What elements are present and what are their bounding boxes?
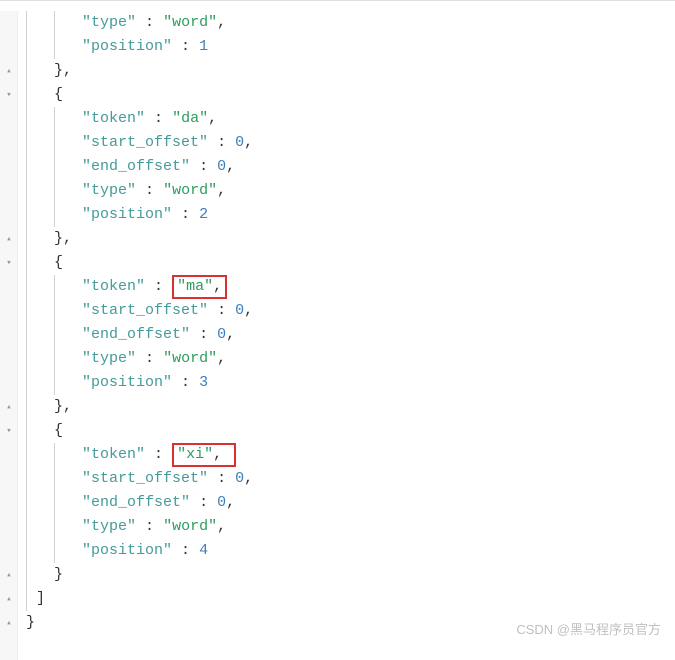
fold-placeholder [0, 347, 18, 371]
code-line: } [26, 563, 675, 587]
code-line: "token" : "xi", [26, 443, 675, 467]
code-line: "position" : 3 [26, 371, 675, 395]
fold-placeholder [0, 539, 18, 563]
fold-placeholder [0, 515, 18, 539]
code-line: { [26, 419, 675, 443]
code-line: "start_offset" : 0, [26, 131, 675, 155]
gutter: ▴ ▾ ▴ ▾ ▴ ▾ ▴ ▴ ▴ [0, 11, 18, 660]
fold-placeholder [0, 491, 18, 515]
fold-placeholder [0, 107, 18, 131]
fold-placeholder [0, 299, 18, 323]
fold-collapse-icon[interactable]: ▴ [0, 587, 18, 611]
code-line: "token" : "ma", [26, 275, 675, 299]
fold-placeholder [0, 131, 18, 155]
fold-placeholder [0, 323, 18, 347]
fold-placeholder [0, 11, 18, 35]
fold-placeholder [0, 443, 18, 467]
fold-collapse-icon[interactable]: ▴ [0, 59, 18, 83]
fold-placeholder [0, 467, 18, 491]
code-editor: ▴ ▾ ▴ ▾ ▴ ▾ ▴ ▴ ▴ "type" : "word", "posi… [0, 0, 675, 660]
code-line: "type" : "word", [26, 347, 675, 371]
fold-placeholder [0, 203, 18, 227]
highlight-annotation: "xi", [172, 443, 236, 467]
highlight-annotation: "ma", [172, 275, 227, 299]
fold-placeholder [0, 371, 18, 395]
fold-expand-icon[interactable]: ▾ [0, 419, 18, 443]
fold-expand-icon[interactable]: ▾ [0, 251, 18, 275]
code-line: "start_offset" : 0, [26, 299, 675, 323]
code-line: "position" : 2 [26, 203, 675, 227]
fold-collapse-icon[interactable]: ▴ [0, 227, 18, 251]
fold-collapse-icon[interactable]: ▴ [0, 563, 18, 587]
code-line: ] [26, 587, 675, 611]
code-line: "position" : 1 [26, 35, 675, 59]
code-line: }, [26, 59, 675, 83]
code-line: }, [26, 395, 675, 419]
fold-expand-icon[interactable]: ▾ [0, 83, 18, 107]
code-line: }, [26, 227, 675, 251]
fold-placeholder [0, 35, 18, 59]
code-line: "start_offset" : 0, [26, 467, 675, 491]
code-line: "position" : 4 [26, 539, 675, 563]
fold-placeholder [0, 179, 18, 203]
fold-collapse-icon[interactable]: ▴ [0, 611, 18, 635]
code-line: "type" : "word", [26, 179, 675, 203]
watermark: CSDN @黑马程序员官方 [516, 618, 661, 642]
fold-collapse-icon[interactable]: ▴ [0, 395, 18, 419]
code-line: "end_offset" : 0, [26, 155, 675, 179]
fold-placeholder [0, 155, 18, 179]
code-line: "type" : "word", [26, 11, 675, 35]
code-line: { [26, 83, 675, 107]
code-area[interactable]: "type" : "word", "position" : 1 }, { "to… [18, 11, 675, 660]
code-line: "type" : "word", [26, 515, 675, 539]
code-line: { [26, 251, 675, 275]
fold-placeholder [0, 275, 18, 299]
code-line: "token" : "da", [26, 107, 675, 131]
code-line: "end_offset" : 0, [26, 491, 675, 515]
code-line: "end_offset" : 0, [26, 323, 675, 347]
